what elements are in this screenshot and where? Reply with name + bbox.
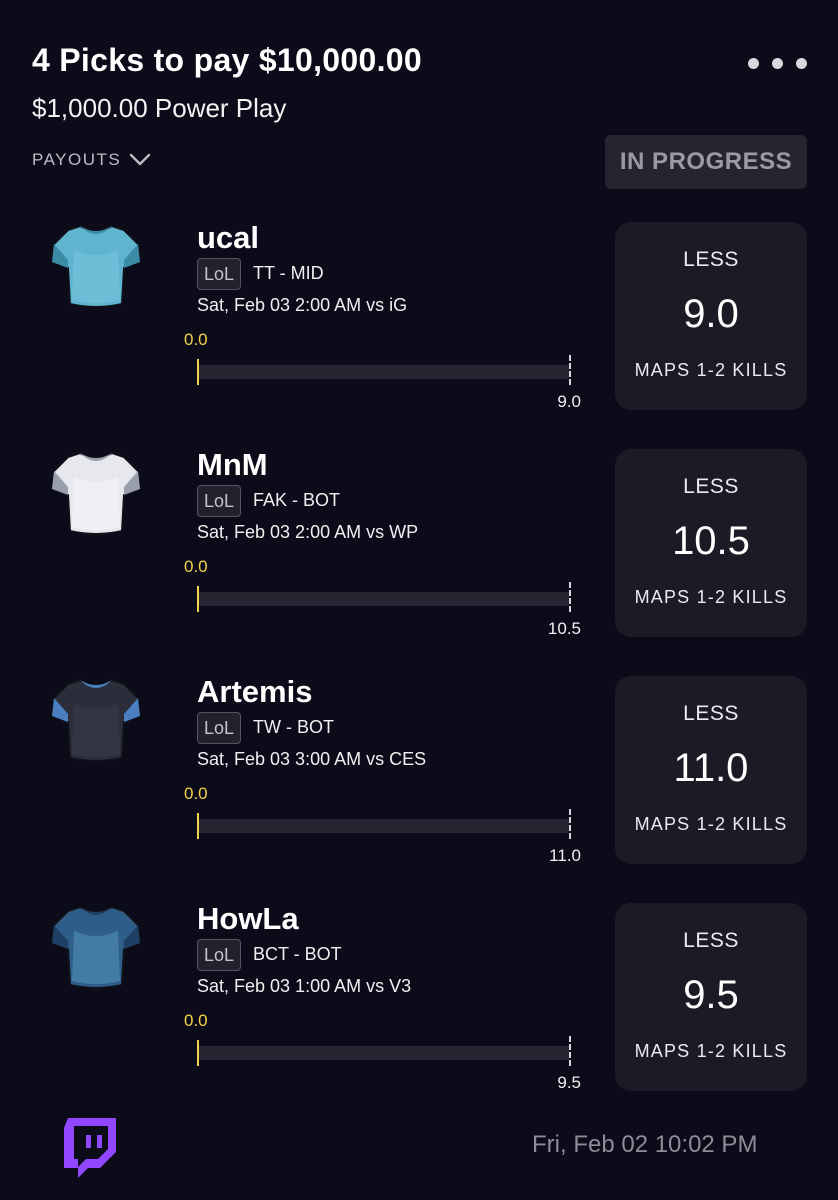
- chevron-down-icon: [130, 153, 151, 166]
- target-marker: [569, 1036, 571, 1066]
- projection-card[interactable]: LESS 9.5 MAPS 1-2 KILLS: [615, 903, 807, 1091]
- game-time: Sat, Feb 03 3:00 AM vs CES: [197, 749, 427, 769]
- game-time: Sat, Feb 03 1:00 AM vs V3: [197, 976, 412, 996]
- current-value: 0.0: [184, 1011, 208, 1030]
- projection-card[interactable]: LESS 9.0 MAPS 1-2 KILLS: [615, 222, 807, 410]
- progress-marker: [197, 813, 199, 839]
- jersey-icon: [50, 447, 142, 539]
- team-position: TW - BOT: [253, 717, 334, 737]
- target-marker: [569, 355, 571, 385]
- pick-row: ucal LoL TT - MID Sat, Feb 03 2:00 AM vs iG…: [0, 220, 838, 420]
- pick-direction: LESS: [683, 248, 739, 271]
- target-marker: [569, 809, 571, 839]
- league-badge: LoL: [197, 712, 241, 744]
- pick-row: MnM LoL FAK - BOT Sat, Feb 03 2:00 AM vs WP…: [0, 447, 838, 647]
- progress-track: [197, 582, 571, 612]
- dot-icon: [772, 58, 783, 69]
- current-value: 0.0: [184, 330, 208, 349]
- payouts-toggle[interactable]: PAYOUTS: [32, 150, 151, 170]
- more-options-button[interactable]: [748, 58, 808, 74]
- league-badge: LoL: [197, 258, 241, 290]
- stat-type: MAPS 1-2 KILLS: [634, 360, 788, 380]
- projection-line: 9.5: [683, 973, 739, 1017]
- target-value: 10.5: [547, 619, 581, 638]
- league-badge: LoL: [197, 939, 241, 971]
- status-badge: IN PROGRESS: [605, 135, 807, 189]
- progress-track: [197, 1036, 571, 1066]
- league-badge: LoL: [197, 485, 241, 517]
- stat-type: MAPS 1-2 KILLS: [634, 587, 788, 607]
- pick-direction: LESS: [683, 929, 739, 952]
- current-value: 0.0: [184, 557, 208, 576]
- progress-marker: [197, 359, 199, 385]
- team-position: BCT - BOT: [253, 944, 342, 964]
- team-position: FAK - BOT: [253, 490, 341, 510]
- jersey-icon: [50, 674, 142, 766]
- pick-row: HowLa LoL BCT - BOT Sat, Feb 03 1:00 AM vs …: [0, 901, 838, 1101]
- game-time: Sat, Feb 03 2:00 AM vs WP: [197, 522, 419, 542]
- target-value: 11.0: [549, 846, 581, 865]
- jersey-icon: [50, 901, 142, 993]
- dot-icon: [796, 58, 807, 69]
- player-name: HowLa: [197, 901, 299, 936]
- player-name: ucal: [197, 220, 260, 255]
- entry-title: 4 Picks to pay $10,000.00: [32, 42, 422, 78]
- pick-direction: LESS: [683, 702, 739, 725]
- target-value: 9.5: [557, 1073, 581, 1092]
- projection-line: 9.0: [683, 292, 739, 336]
- projection-line: 11.0: [673, 746, 749, 790]
- pick-row: Artemis LoL TW - BOT Sat, Feb 03 3:00 AM vs…: [0, 674, 838, 874]
- target-marker: [569, 582, 571, 612]
- projection-card[interactable]: LESS 11.0 MAPS 1-2 KILLS: [615, 676, 807, 864]
- payouts-label: PAYOUTS: [32, 150, 122, 169]
- progress-track: [197, 809, 571, 839]
- dot-icon: [748, 58, 759, 69]
- projection-line: 10.5: [672, 519, 750, 563]
- pick-direction: LESS: [683, 475, 739, 498]
- target-value: 9.0: [557, 392, 581, 411]
- progress-marker: [197, 586, 199, 612]
- stat-type: MAPS 1-2 KILLS: [634, 814, 788, 834]
- game-time: Sat, Feb 03 2:00 AM vs iG: [197, 295, 408, 315]
- footer-timestamp: Fri, Feb 02 10:02 PM: [532, 1131, 758, 1158]
- current-value: 0.0: [184, 784, 208, 803]
- entry-subtitle: $1,000.00 Power Play: [32, 93, 287, 123]
- projection-card[interactable]: LESS 10.5 MAPS 1-2 KILLS: [615, 449, 807, 637]
- progress-marker: [197, 1040, 199, 1066]
- player-name: Artemis: [197, 674, 313, 709]
- player-name: MnM: [197, 447, 268, 482]
- progress-track: [197, 355, 571, 385]
- team-position: TT - MID: [253, 263, 324, 283]
- jersey-icon: [50, 220, 142, 312]
- stat-type: MAPS 1-2 KILLS: [634, 1041, 788, 1061]
- twitch-icon[interactable]: [60, 1118, 116, 1180]
